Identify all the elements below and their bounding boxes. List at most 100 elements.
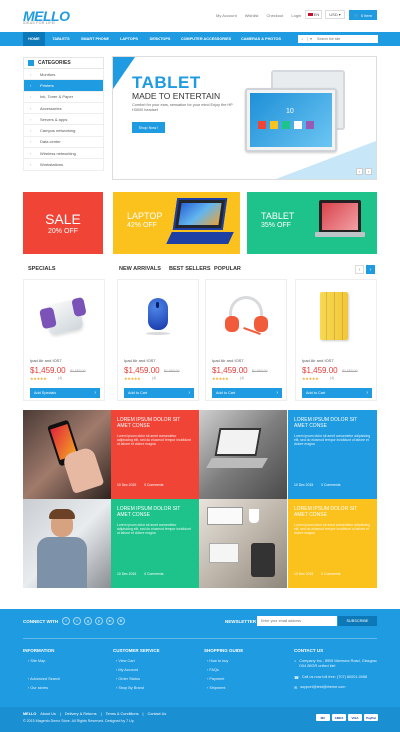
tab-specials[interactable]: SPECIALS (28, 266, 56, 272)
category-item[interactable]: › Campus networking (23, 125, 104, 137)
footer-link-delivery[interactable]: Delivery & Returns (65, 712, 97, 716)
blog-post[interactable]: LOREM IPSUM DOLOR SIT AMET CONSE Lorem i… (288, 499, 377, 588)
product-old-price: $1,650.00 (342, 369, 358, 373)
add-specials-button[interactable]: Add Specials › (30, 388, 100, 398)
category-item[interactable]: › Servers & apps (23, 114, 104, 126)
contact-email[interactable]: ✉ support@test@theme.com (294, 685, 378, 690)
currency-select[interactable]: USD ▾ (325, 10, 345, 19)
categories-header[interactable]: CATEGORIES (23, 57, 104, 69)
facebook-icon[interactable]: f (62, 617, 70, 625)
category-item[interactable]: › Ink, Toner & Paper (23, 91, 104, 103)
footer-link[interactable]: › Shop By Brand (116, 686, 144, 690)
footer-link-terms[interactable]: Terms & Conditions (106, 712, 139, 716)
category-item[interactable]: › Workstations (23, 159, 104, 171)
category-item[interactable]: › Data center (23, 136, 104, 149)
tablet-case-image (318, 292, 352, 344)
footer-link-contact[interactable]: Contact Us (148, 712, 167, 716)
footer-link[interactable]: › FAQs (207, 668, 219, 672)
nav-laptops[interactable]: LAPTOPS (115, 32, 143, 46)
footer-link[interactable]: › Site Map (28, 659, 45, 663)
subscribe-button[interactable]: SUBSCRIBE (338, 616, 377, 626)
rating-stars: ★★★★★ (302, 376, 319, 381)
footer-brand-link[interactable]: MELLO (23, 712, 36, 716)
products-prev-icon[interactable]: ‹ (355, 265, 364, 274)
product-card[interactable]: Ipad Air and IOS7 $1,459.00 $1,650.00 ★★… (205, 279, 287, 401)
top-link-wishlist[interactable]: Wishlist (245, 13, 259, 18)
tab-new-arrivals[interactable]: NEW ARRIVALS (119, 266, 161, 272)
nav-desktops[interactable]: DESKTOPS (145, 32, 175, 46)
linkedin-icon[interactable]: in (106, 617, 114, 625)
language-select[interactable]: EN (305, 10, 322, 19)
product-name[interactable]: Ipad Air and IOS7 (302, 358, 334, 363)
blog-title[interactable]: LOREM IPSUM DOLOR SIT AMET CONSE (117, 417, 194, 429)
nav-tablets[interactable]: TABLETS (47, 32, 75, 46)
footer-link[interactable]: › View Cart (116, 659, 135, 663)
nav-cameras-photos[interactable]: CAMERAS & PHOTOS (236, 32, 286, 46)
product-price: $1,459.00 (30, 366, 66, 375)
search-icon[interactable]: ⌕ (298, 37, 308, 41)
google-plus-icon[interactable]: g (84, 617, 92, 625)
product-name[interactable]: Ipad Air and IOS7 (212, 358, 244, 363)
product-price: $1,459.00 (124, 366, 160, 375)
footer-link[interactable]: › My Account (116, 668, 138, 672)
blog-title[interactable]: LOREM IPSUM DOLOR SIT AMET CONSE (294, 417, 372, 429)
settings-icon[interactable]: ⚙ (117, 617, 125, 625)
blog-comments[interactable]: 0 Comments (321, 483, 340, 487)
footer-link[interactable]: › Advanced Search (28, 677, 60, 681)
banner-tablet[interactable]: TABLET 35% OFF (247, 192, 377, 254)
footer-link[interactable]: › How to buy (207, 659, 228, 663)
add-to-cart-button[interactable]: Add to Cart › (302, 388, 372, 398)
category-item[interactable]: › Monitors (23, 69, 104, 81)
top-link-account[interactable]: My Account (216, 13, 237, 18)
blog-post[interactable]: LOREM IPSUM DOLOR SIT AMET CONSE Lorem i… (288, 410, 377, 499)
newsletter-email-input[interactable] (257, 616, 337, 626)
rating-stars: ★★★★★ (124, 376, 141, 381)
tab-popular[interactable]: POPULAR (214, 266, 241, 272)
footer-link[interactable]: › Order Status (116, 677, 140, 681)
footer-link[interactable]: › Our stores (28, 686, 48, 690)
chevron-right-icon: › (30, 94, 32, 100)
category-item[interactable]: › Wireless networking (23, 148, 104, 160)
cart-button[interactable]: 🛒 0 item (349, 10, 377, 20)
footer-link[interactable]: › Shipment (207, 686, 225, 690)
blog-comments[interactable]: 0 Comments (144, 572, 163, 576)
tab-best-sellers[interactable]: BEST SELLERS (169, 266, 211, 272)
category-item[interactable]: › Printers (23, 80, 104, 92)
product-card[interactable]: Ipad Air and IOS7 $1,459.00 $1,650.00 ★★… (23, 279, 105, 401)
product-name[interactable]: Ipad Air and IOS7 (124, 358, 156, 363)
nav-computer-accessories[interactable]: COMPUTER ACCESSORIES (178, 32, 234, 46)
shop-now-button[interactable]: Shop Now ! (132, 122, 165, 133)
blog-post[interactable]: LOREM IPSUM DOLOR SIT AMET CONSE Lorem i… (111, 499, 199, 588)
blog-title[interactable]: LOREM IPSUM DOLOR SIT AMET CONSE (117, 506, 194, 518)
footer-col-title: CUSTOMER SERVICE (113, 648, 160, 653)
blog-image-phone[interactable] (23, 410, 111, 499)
blog-post[interactable]: LOREM IPSUM DOLOR SIT AMET CONSE Lorem i… (111, 410, 199, 499)
blog-comments[interactable]: 0 Comments (144, 483, 163, 487)
product-name[interactable]: Ipad Air and IOS7 (30, 358, 62, 363)
blog-image-laptop[interactable] (199, 410, 287, 499)
blog-image-desk[interactable] (199, 499, 287, 588)
add-to-cart-button[interactable]: Add to Cart › (212, 388, 282, 398)
blog-text: Lorem ipsum dolor sit amet consectetur a… (294, 523, 371, 536)
pinterest-icon[interactable]: p (95, 617, 103, 625)
blog-comments[interactable]: 0 Comments (321, 572, 340, 576)
banner-laptop[interactable]: LAPTOP 42% OFF (113, 192, 240, 254)
product-card[interactable]: Ipad Air and IOS7 $1,459.00 $1,650.00 ★★… (295, 279, 377, 401)
category-item[interactable]: › Accessories (23, 102, 104, 115)
blog-image-person[interactable] (23, 499, 111, 588)
footer-link[interactable]: › Payment (207, 677, 224, 681)
nav-home[interactable]: HOME (23, 32, 45, 46)
top-link-login[interactable]: Login (291, 13, 301, 18)
add-to-cart-button[interactable]: Add to Cart › (124, 388, 194, 398)
search-input[interactable] (314, 35, 374, 43)
top-link-checkout[interactable]: Checkout (266, 13, 283, 18)
blog-title[interactable]: LOREM IPSUM DOLOR SIT AMET CONSE (294, 506, 372, 518)
slider-prev-icon[interactable]: ‹ (356, 168, 363, 175)
slider-next-icon[interactable]: › (365, 168, 372, 175)
banner-sale[interactable]: SALE 20% OFF (23, 192, 103, 254)
products-next-icon[interactable]: › (366, 265, 375, 274)
footer-link-about[interactable]: About Us (40, 712, 56, 716)
product-card[interactable]: Ipad Air and IOS7 $1,459.00 $1,650.00 ★★… (117, 279, 199, 401)
twitter-icon[interactable]: t (73, 617, 81, 625)
nav-smart-phone[interactable]: SMART PHONE (77, 32, 113, 46)
